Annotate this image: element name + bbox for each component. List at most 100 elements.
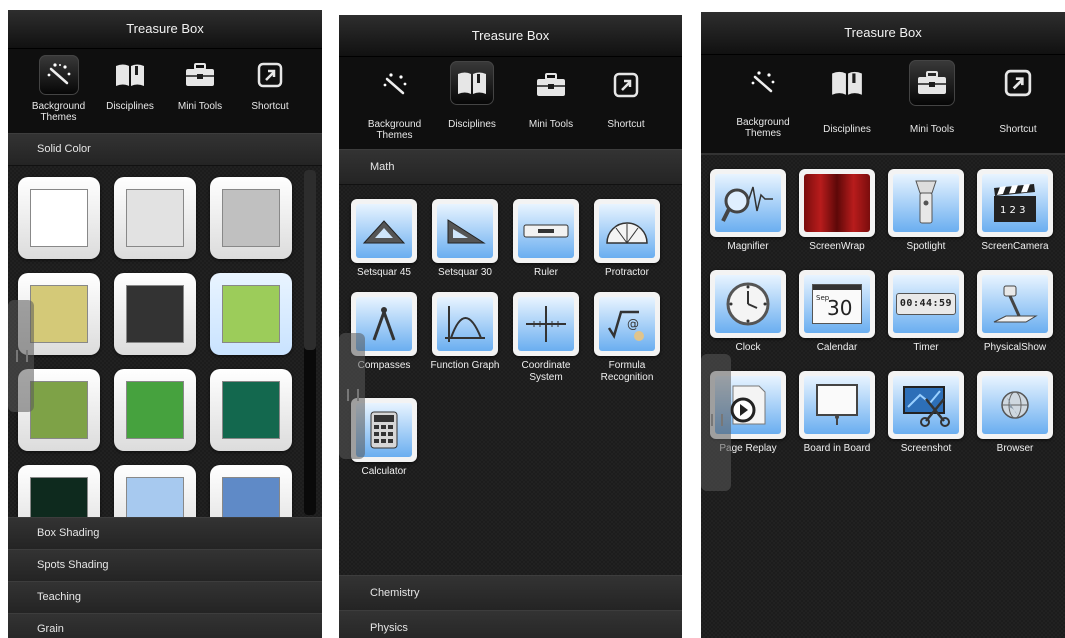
swatch-fill xyxy=(222,285,280,343)
color-swatch[interactable] xyxy=(114,369,196,451)
grip-icon xyxy=(711,414,723,426)
tool-screencamera[interactable]: 1 2 3 ScreenCamera xyxy=(976,169,1054,253)
grip-icon xyxy=(347,389,359,401)
scrollbar-thumb[interactable] xyxy=(304,170,316,350)
tool-magnifier[interactable]: Magnifier xyxy=(709,169,787,253)
curtain-icon xyxy=(804,174,870,232)
tool-label: ScreenWrap xyxy=(809,241,865,252)
tool-screenshot[interactable]: Screenshot xyxy=(887,371,965,455)
ruler-icon xyxy=(518,204,574,258)
section-spots-shading[interactable]: Spots Shading xyxy=(8,549,322,582)
section-solid-color[interactable]: Solid Color xyxy=(8,133,322,166)
tool-setsquar-45[interactable]: Setsquar 45 xyxy=(345,199,423,279)
tab-label: Disciplines xyxy=(823,124,871,135)
swatch-fill xyxy=(222,189,280,247)
wand-sparkle-icon xyxy=(375,65,415,105)
tab-background-themes[interactable]: Background Themes xyxy=(725,63,801,139)
tool-setsquar-30[interactable]: Setsquar 30 xyxy=(426,199,504,279)
magnifier-icon xyxy=(715,174,781,232)
tool-label: Setsquar 30 xyxy=(438,267,492,278)
tab-mini-tools[interactable]: Mini Tools xyxy=(901,60,963,135)
tool-coordinate-system[interactable]: Coordinate System xyxy=(507,292,585,384)
tool-label: Screenshot xyxy=(900,443,952,454)
setsquare-45-icon xyxy=(356,204,412,258)
tool-spotlight[interactable]: Spotlight xyxy=(887,169,965,253)
tab-mini-tools[interactable]: Mini Tools xyxy=(171,55,229,112)
panel-title: Treasure Box xyxy=(701,12,1065,55)
clapper-digits: 1 2 3 xyxy=(1000,205,1025,216)
section-physics[interactable]: Physics xyxy=(339,610,682,638)
tool-board-in-board[interactable]: Board in Board xyxy=(798,371,876,455)
tool-physicalshow[interactable]: PhysicalShow xyxy=(976,270,1054,354)
collapse-handle[interactable] xyxy=(701,354,731,491)
tab-label: Disciplines xyxy=(448,119,496,130)
coordinate-system-icon xyxy=(518,297,574,351)
tab-disciplines[interactable]: Disciplines xyxy=(102,55,158,112)
toolbox-icon xyxy=(531,65,571,105)
tool-screenwrap[interactable]: ScreenWrap xyxy=(798,169,876,253)
tab-mini-tools[interactable]: Mini Tools xyxy=(519,65,583,130)
tool-label: Magnifier xyxy=(727,241,769,252)
swatch-fill xyxy=(30,381,88,439)
toolbox-icon xyxy=(909,60,955,106)
tab-label: Mini Tools xyxy=(909,124,955,135)
tab-background-themes[interactable]: Background Themes xyxy=(357,65,432,141)
section-teaching[interactable]: Teaching xyxy=(8,581,322,614)
tab-disciplines[interactable]: Disciplines xyxy=(439,61,505,130)
tool-timer[interactable]: 00:44:59 Timer xyxy=(887,270,965,354)
section-math[interactable]: Math xyxy=(339,149,682,185)
collapse-handle[interactable] xyxy=(339,333,365,459)
tool-label: Browser xyxy=(996,443,1034,454)
color-swatch[interactable] xyxy=(210,273,292,355)
tool-ruler[interactable]: Ruler xyxy=(507,199,585,279)
tool-label: PhysicalShow xyxy=(983,342,1047,353)
protractor-icon xyxy=(599,204,655,258)
tab-label: Background Themes xyxy=(367,119,422,141)
tab-label: Disciplines xyxy=(106,101,154,112)
color-swatch[interactable] xyxy=(210,369,292,451)
shortcut-arrow-icon xyxy=(606,65,646,105)
swatch-fill xyxy=(30,189,88,247)
divider xyxy=(701,153,1065,155)
tool-formula-recognition[interactable]: @ Formula Recognition xyxy=(588,292,666,384)
scrollbar[interactable] xyxy=(304,170,316,515)
book-icon xyxy=(110,55,150,95)
color-swatch[interactable] xyxy=(18,177,100,259)
panel-title: Treasure Box xyxy=(8,10,322,49)
function-graph-icon xyxy=(437,297,493,351)
tool-calendar[interactable]: Sep 30 Calendar xyxy=(798,270,876,354)
wand-sparkle-icon xyxy=(743,63,783,103)
book-icon xyxy=(450,61,494,105)
tool-label: Function Graph xyxy=(430,360,500,371)
section-grain[interactable]: Grain xyxy=(8,613,322,638)
setsquare-30-icon xyxy=(437,204,493,258)
tab-label: Shortcut xyxy=(251,101,289,112)
calendar-page: Sep 30 xyxy=(812,284,862,324)
color-swatch[interactable] xyxy=(114,273,196,355)
clock-icon xyxy=(715,275,781,333)
tab-bar: Background Themes Disciplines Mini Tools… xyxy=(701,55,1065,153)
treasure-box-panel-backgrounds: Treasure Box Background Themes Disciplin… xyxy=(8,10,322,638)
tool-label: Formula Recognition xyxy=(600,360,654,383)
tool-label: Clock xyxy=(735,342,761,353)
tab-shortcut[interactable]: Shortcut xyxy=(600,65,652,130)
tab-disciplines[interactable]: Disciplines xyxy=(816,63,878,135)
book-icon xyxy=(827,63,867,103)
section-chemistry[interactable]: Chemistry xyxy=(339,575,682,611)
tool-clock[interactable]: Clock xyxy=(709,270,787,354)
tool-function-graph[interactable]: Function Graph xyxy=(426,292,504,372)
spotlight-icon xyxy=(893,174,959,232)
tab-shortcut[interactable]: Shortcut xyxy=(245,55,295,112)
tool-protractor[interactable]: Protractor xyxy=(588,199,666,279)
swatch-fill xyxy=(126,285,184,343)
tab-label: Background Themes xyxy=(31,101,86,123)
tab-shortcut[interactable]: Shortcut xyxy=(990,63,1046,135)
tool-browser[interactable]: Browser xyxy=(976,371,1054,455)
shortcut-arrow-icon xyxy=(998,63,1038,103)
swatch-fill xyxy=(126,381,184,439)
color-swatch[interactable] xyxy=(210,177,292,259)
color-swatch[interactable] xyxy=(114,177,196,259)
section-box-shading[interactable]: Box Shading xyxy=(8,517,322,550)
collapse-handle[interactable] xyxy=(8,300,34,412)
tab-background-themes[interactable]: Background Themes xyxy=(21,55,96,123)
